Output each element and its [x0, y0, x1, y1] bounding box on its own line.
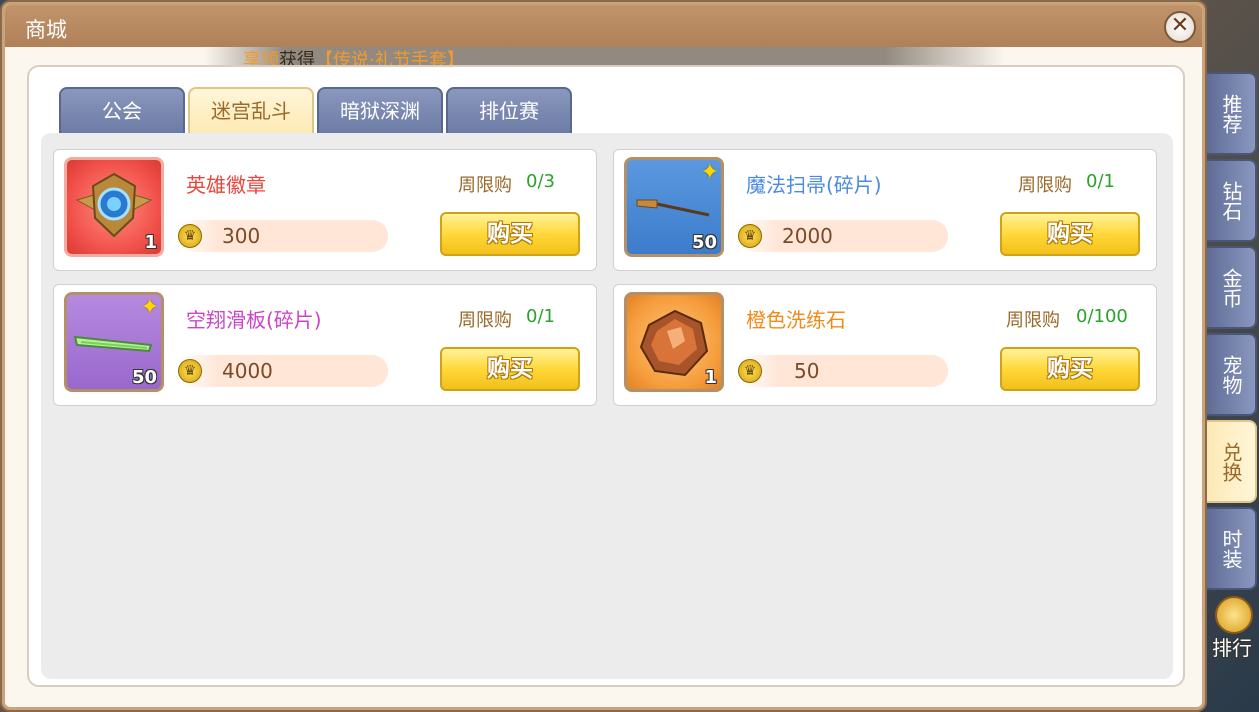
orange-stone-icon[interactable]: 1: [624, 292, 724, 392]
item-price: 300: [222, 224, 261, 248]
currency-icon: ♛: [178, 224, 202, 248]
side-tab-label: 时装: [1219, 528, 1243, 569]
item-count: 50: [131, 367, 157, 388]
price-bar: [736, 220, 948, 252]
category-tabs: 公会 迷宫乱斗 暗狱深渊 排位赛: [59, 87, 572, 133]
weekly-limit-label: 周限购: [1006, 310, 1060, 331]
shard-icon: ✦: [700, 160, 719, 185]
shard-icon: ✦: [140, 295, 159, 320]
rank-button[interactable]: 排行: [1205, 596, 1259, 666]
price-bar: [736, 355, 948, 387]
item-card-magic-broom: ✦ 50 魔法扫帚(碎片) 周限购 0/1 ♛ 2000 购买: [613, 149, 1157, 271]
item-price: 50: [794, 359, 820, 383]
weekly-limit-value: 0/1: [1086, 171, 1115, 192]
side-tab-recommend[interactable]: 推荐: [1207, 72, 1257, 155]
tab-ranked[interactable]: 排位赛: [446, 87, 572, 133]
weekly-limit-label: 周限购: [458, 175, 512, 196]
side-tab-gold[interactable]: 金币: [1207, 246, 1257, 329]
item-name: 英雄徽章: [186, 173, 266, 197]
broom-icon[interactable]: ✦ 50: [624, 157, 724, 257]
item-name: 魔法扫帚(碎片): [746, 173, 882, 197]
weekly-limit-value: 0/100: [1076, 306, 1128, 327]
weekly-limit-value: 0/1: [526, 306, 555, 327]
price-bar: [176, 355, 388, 387]
side-tab-label: 金币: [1219, 267, 1243, 308]
side-tab-diamond[interactable]: 钻石: [1207, 159, 1257, 242]
item-count: 1: [144, 232, 157, 253]
weekly-limit-label: 周限购: [458, 310, 512, 331]
shop-panel: 公会 迷宫乱斗 暗狱深渊 排位赛 1 英雄徽章 周限购 0/3 ♛ 300 购买…: [27, 65, 1185, 687]
side-tab-label: 宠物: [1219, 354, 1243, 395]
weekly-limit-value: 0/3: [526, 171, 555, 192]
window-title: 商城: [25, 18, 67, 42]
side-tab-fashion[interactable]: 时装: [1207, 507, 1257, 590]
buy-button[interactable]: 购买: [1000, 212, 1140, 256]
shop-window: 商城 ✕ 享领获得【传说·礼节手套】 公会 迷宫乱斗 暗狱深渊 排位赛 1 英雄…: [2, 2, 1205, 710]
side-tab-label: 推荐: [1219, 93, 1243, 134]
trophy-icon: [1215, 596, 1253, 634]
side-tab-exchange[interactable]: 兑换: [1207, 420, 1257, 503]
item-count: 1: [704, 367, 717, 388]
item-card-sky-skateboard: ✦ 50 空翔滑板(碎片) 周限购 0/1 ♛ 4000 购买: [53, 284, 597, 406]
titlebar: 商城 ✕: [5, 5, 1202, 47]
currency-icon: ♛: [178, 359, 202, 383]
item-price: 2000: [782, 224, 833, 248]
item-name: 橙色洗练石: [746, 308, 846, 332]
tab-guild[interactable]: 公会: [59, 87, 185, 133]
side-tab-label: 钻石: [1219, 180, 1243, 221]
tab-maze-brawl[interactable]: 迷宫乱斗: [188, 87, 314, 133]
price-bar: [176, 220, 388, 252]
currency-icon: ♛: [738, 224, 762, 248]
side-tab-label: 兑换: [1219, 441, 1243, 482]
item-card-hero-badge: 1 英雄徽章 周限购 0/3 ♛ 300 购买: [53, 149, 597, 271]
item-card-orange-stone: 1 橙色洗练石 周限购 0/100 ♛ 50 购买: [613, 284, 1157, 406]
item-name: 空翔滑板(碎片): [186, 308, 322, 332]
rank-label: 排行: [1212, 636, 1252, 660]
currency-icon: ♛: [738, 359, 762, 383]
skateboard-icon[interactable]: ✦ 50: [64, 292, 164, 392]
tab-dark-abyss[interactable]: 暗狱深渊: [317, 87, 443, 133]
buy-button[interactable]: 购买: [440, 347, 580, 391]
buy-button[interactable]: 购买: [440, 212, 580, 256]
item-list: 1 英雄徽章 周限购 0/3 ♛ 300 购买 ✦ 50 魔法扫帚(碎片) 周限…: [41, 133, 1173, 679]
item-count: 50: [691, 232, 717, 253]
hero-badge-icon[interactable]: 1: [64, 157, 164, 257]
weekly-limit-label: 周限购: [1018, 175, 1072, 196]
buy-button[interactable]: 购买: [1000, 347, 1140, 391]
close-button[interactable]: ✕: [1164, 11, 1196, 43]
item-price: 4000: [222, 359, 273, 383]
side-tab-pet[interactable]: 宠物: [1207, 333, 1257, 416]
